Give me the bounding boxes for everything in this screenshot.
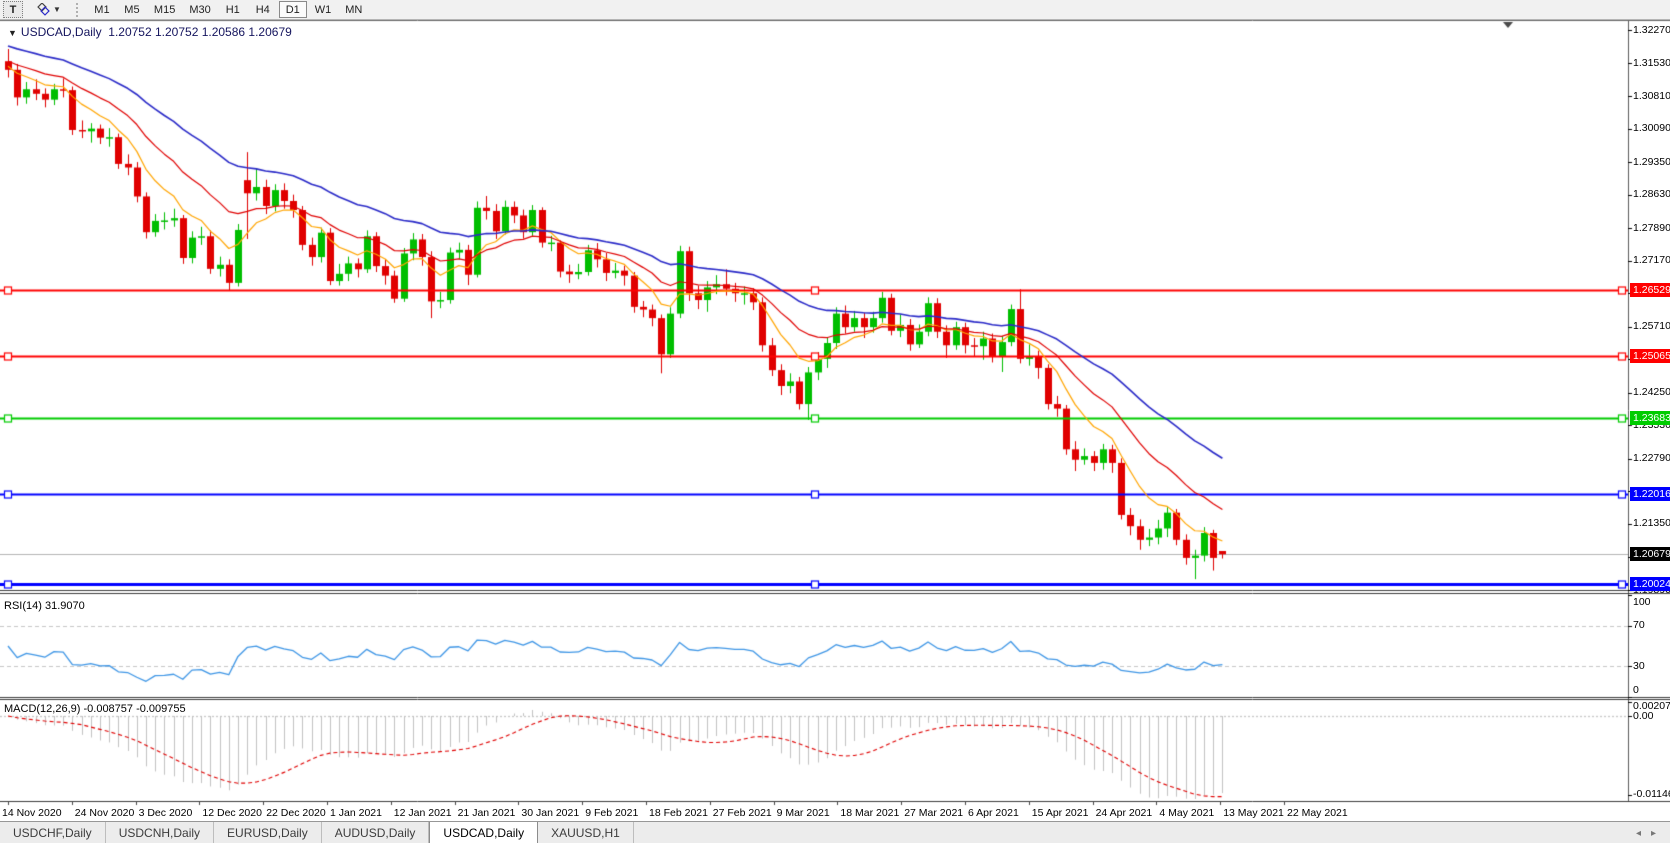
date-label: 12 Dec 2020 xyxy=(202,807,262,819)
timeframe-button-h1[interactable]: H1 xyxy=(219,1,247,18)
price-tick-label: 1.24250 xyxy=(1633,386,1670,399)
price-tick-label: 1.30810 xyxy=(1633,89,1670,102)
symbols-button[interactable]: ▼ xyxy=(30,1,67,18)
date-label: 21 Jan 2021 xyxy=(457,807,516,819)
hline-price-label: 1.23683 xyxy=(1630,411,1670,426)
macd-values: -0.008757 -0.009755 xyxy=(83,703,186,715)
macd-indicator-label: MACD(12,26,9) -0.008757 -0.009755 xyxy=(4,703,186,715)
chart-title-symbol: USDCAD,Daily xyxy=(20,25,102,39)
rsi-tick-label: 100 xyxy=(1633,596,1651,608)
tab-usdcnh-daily[interactable]: USDCNH,Daily xyxy=(105,822,215,843)
date-label: 18 Mar 2021 xyxy=(840,807,900,819)
chevron-down-icon: ▼ xyxy=(53,5,61,14)
price-tick-label: 1.27890 xyxy=(1633,221,1670,234)
date-label: 22 Dec 2020 xyxy=(266,807,326,819)
date-label: 24 Nov 2020 xyxy=(74,807,135,819)
date-label: 22 May 2021 xyxy=(1287,807,1348,819)
rsi-tick-label: 70 xyxy=(1633,619,1645,632)
rsi-tick-label: 0 xyxy=(1633,684,1639,696)
date-label: 24 Apr 2021 xyxy=(1095,807,1153,819)
tab-scroll-left-icon[interactable]: ◂ xyxy=(1636,828,1641,839)
tab-xauusd-h1[interactable]: XAUUSD,H1 xyxy=(538,822,634,843)
tab-scroll-controls: ◂ ▸ xyxy=(1636,822,1670,843)
chart-window: ▼ USDCAD,Daily 1.20752 1.20752 1.20586 1.… xyxy=(0,19,1670,821)
chart-title: ▼ USDCAD,Daily 1.20752 1.20752 1.20586 1.… xyxy=(8,25,292,39)
timeframe-button-m5[interactable]: M5 xyxy=(118,1,146,18)
price-tick-label: 1.31530 xyxy=(1633,56,1670,69)
symbols-icon xyxy=(36,3,51,16)
date-label: 12 Jan 2021 xyxy=(393,807,452,819)
macd-tick-label: 0.00 xyxy=(1633,709,1654,722)
tab-usdcad-daily[interactable]: USDCAD,Daily xyxy=(429,822,539,843)
rsi-value: 31.9070 xyxy=(44,600,85,612)
price-tick-label: 1.28630 xyxy=(1633,188,1670,201)
price-tick-label: 1.27170 xyxy=(1633,254,1670,267)
tab-usdchf-daily[interactable]: USDCHF,Daily xyxy=(0,822,106,843)
timeframe-button-h4[interactable]: H4 xyxy=(249,1,277,18)
rsi-indicator-label: RSI(14) 31.9070 xyxy=(4,600,85,612)
date-label: 9 Mar 2021 xyxy=(776,807,830,819)
text-tool-button[interactable]: T xyxy=(3,1,23,18)
timeframe-button-m15[interactable]: M15 xyxy=(148,1,181,18)
timeframe-group: M1 M5 M15 M30 H1 H4 D1 W1 MN xyxy=(87,1,369,18)
date-label: 13 May 2021 xyxy=(1223,807,1284,819)
macd-tick-label: -0.011462 xyxy=(1633,788,1670,800)
date-label: 27 Mar 2021 xyxy=(904,807,964,819)
date-label: 18 Feb 2021 xyxy=(649,807,708,819)
timeframe-button-m1[interactable]: M1 xyxy=(88,1,116,18)
timeframe-button-d1[interactable]: D1 xyxy=(278,1,307,18)
chart-tab-bar: USDCHF,Daily USDCNH,Daily EURUSD,Daily AUDU… xyxy=(0,821,1670,843)
tab-scroll-right-icon[interactable]: ▸ xyxy=(1651,828,1656,839)
price-tick-label: 1.22790 xyxy=(1633,452,1670,465)
date-label: 30 Jan 2021 xyxy=(521,807,580,819)
date-label: 27 Feb 2021 xyxy=(712,807,772,819)
date-label: 3 Dec 2020 xyxy=(138,807,193,819)
price-chart-canvas[interactable] xyxy=(0,19,1670,821)
date-label: 6 Apr 2021 xyxy=(968,807,1019,819)
date-label: 4 May 2021 xyxy=(1159,807,1215,819)
date-label: 9 Feb 2021 xyxy=(585,807,639,819)
date-label: 1 Jan 2021 xyxy=(330,807,382,819)
date-label: 15 Apr 2021 xyxy=(1031,807,1089,819)
price-tick-label: 1.25710 xyxy=(1633,320,1670,333)
price-tick-label: 1.29350 xyxy=(1633,155,1670,168)
price-tick-label: 1.21350 xyxy=(1633,517,1670,530)
trading-terminal-window: T ▼ M1 M5 M15 M30 H1 H4 D1 W1 MN ▼ USDCAD,Daily 1… xyxy=(0,0,1670,843)
tab-eurusd-daily[interactable]: EURUSD,Daily xyxy=(214,822,322,843)
hline-price-label: 1.22016 xyxy=(1630,486,1670,501)
price-tick-label: 1.32270 xyxy=(1633,23,1670,36)
tab-audusd-daily[interactable]: AUDUSD,Daily xyxy=(321,822,430,843)
collapse-triangle-icon[interactable]: ▼ xyxy=(8,28,17,38)
timeframe-button-w1[interactable]: W1 xyxy=(309,1,338,18)
chart-title-ohlc: 1.20752 1.20752 1.20586 1.20679 xyxy=(108,25,292,39)
hline-price-label: 1.26529 xyxy=(1630,282,1670,297)
price-tick-label: 1.30090 xyxy=(1633,122,1670,135)
chart-toolbar: T ▼ M1 M5 M15 M30 H1 H4 D1 W1 MN xyxy=(0,0,1670,20)
timeframe-button-m30[interactable]: M30 xyxy=(183,1,216,18)
rsi-tick-label: 30 xyxy=(1633,659,1645,672)
hline-price-label: 1.25065 xyxy=(1630,348,1670,363)
current-price-label: 1.20679 xyxy=(1630,547,1670,562)
hline-price-label: 1.20024 xyxy=(1630,576,1670,591)
toolbar-grip[interactable] xyxy=(75,2,81,17)
timeframe-button-mn[interactable]: MN xyxy=(339,1,368,18)
date-label: 14 Nov 2020 xyxy=(2,807,62,819)
